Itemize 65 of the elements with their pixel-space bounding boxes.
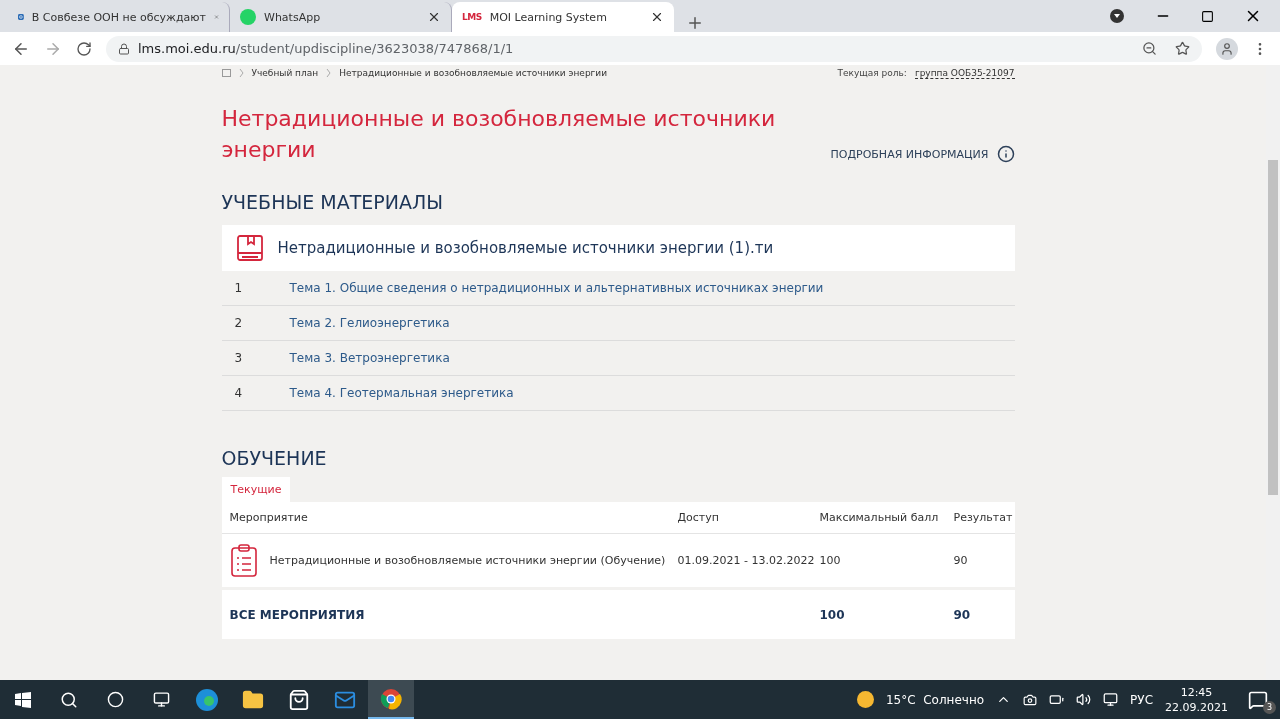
weather-text[interactable]: 15°C Солнечно <box>885 692 985 707</box>
table-cell-text: 90 <box>953 607 972 622</box>
role-selector[interactable]: группа ООБ35-21097 <box>914 67 1015 79</box>
star-icon[interactable] <box>1175 41 1190 56</box>
language-indicator[interactable]: РУС <box>1130 692 1153 707</box>
course-title[interactable]: Нетрадиционные и возобновляемые источники энергии (1).ти <box>277 239 774 257</box>
row-number: 4 <box>233 386 244 400</box>
activity-link[interactable]: Нетрадиционные и возобновляемые источники энергии (Обучение) <box>269 554 666 567</box>
section-heading: ОБУЧЕНИЕ <box>221 447 328 469</box>
table-cell-text: 90 <box>953 554 969 567</box>
details-link[interactable]: ПОДРОБНАЯ ИНФОРМАЦИЯ <box>830 145 1015 163</box>
reload-icon[interactable] <box>76 40 92 57</box>
info-icon[interactable] <box>996 145 1015 163</box>
row-number: 1 <box>233 281 244 295</box>
topic-link[interactable]: Тема 3. Ветроэнергетика <box>289 351 450 365</box>
row-number: 3 <box>233 351 244 365</box>
page-title: Нетрадиционные и возобновляемые источники энергии <box>221 105 777 164</box>
column-header: Результат <box>953 511 1014 524</box>
chevron-right-icon <box>238 69 244 77</box>
clipboard-icon <box>229 543 258 578</box>
profile-menu-icon[interactable] <box>1109 8 1125 24</box>
column-header: Максимальный балл <box>819 511 940 524</box>
browser-tab[interactable]: LMS MOI Learning System <box>452 2 674 32</box>
circle-icon[interactable] <box>106 691 124 708</box>
sun-icon[interactable] <box>856 691 874 708</box>
lock-icon <box>118 42 130 55</box>
table-cell-text: 01.09.2021 - 13.02.2022 <box>677 554 816 567</box>
chrome-icon[interactable] <box>368 680 414 719</box>
topic-link[interactable]: Тема 2. Гелиоэнергетика <box>289 316 450 330</box>
section-heading: УЧЕБНЫЕ МАТЕРИАЛЫ <box>221 191 444 213</box>
clock[interactable]: 12:45 22.09.2021 <box>1165 684 1228 715</box>
close-icon[interactable] <box>427 10 441 24</box>
folder-icon[interactable] <box>242 688 264 711</box>
column-header: Мероприятие <box>229 511 309 524</box>
row-number: 2 <box>233 316 244 330</box>
role-label: Текущая роль: <box>837 68 907 78</box>
camera-icon[interactable] <box>1023 692 1038 707</box>
table-cell-text: 100 <box>819 607 846 622</box>
column-header: Доступ <box>677 511 720 524</box>
search-icon[interactable] <box>60 690 78 709</box>
store-icon[interactable] <box>288 688 310 711</box>
zoom-out-icon[interactable] <box>1142 41 1157 56</box>
close-icon[interactable] <box>650 10 664 24</box>
battery-icon[interactable] <box>1049 692 1065 707</box>
breadcrumb-link[interactable]: Учебный план <box>251 68 319 78</box>
course-card[interactable]: Нетрадиционные и возобновляемые источники энергии (1).ти <box>221 225 1015 271</box>
notifications-icon[interactable] <box>1248 689 1268 710</box>
profile-avatar[interactable] <box>1216 37 1238 60</box>
table-cell-text: 100 <box>819 554 842 567</box>
chevron-right-icon <box>326 69 332 77</box>
filter-tab[interactable]: Текущие <box>221 477 291 502</box>
book-icon <box>235 234 264 262</box>
task-view-icon[interactable] <box>152 691 170 708</box>
topic-link[interactable]: Тема 1. Общие сведения о нетрадиционных и альтернативных источниках энергии <box>289 281 824 295</box>
topic-link[interactable]: Тема 4. Геотермальная энергетика <box>289 386 514 400</box>
address-bar[interactable]: lms.moi.edu.ru/student/updiscipline/3623038/747868/1/1 <box>106 35 1202 62</box>
notification-count: 3 <box>1263 700 1276 714</box>
total-label: ВСЕ МЕРОПРИЯТИЯ <box>229 607 366 622</box>
speaker-icon[interactable] <box>1076 692 1092 707</box>
maximize-icon[interactable] <box>1201 9 1214 23</box>
breadcrumb-link[interactable]: Нетрадиционные и возобновляемые источники энергии <box>339 68 608 78</box>
network-icon[interactable] <box>1103 692 1119 707</box>
url-text: lms.moi.edu.ru/student/updiscipline/3623038/747868/1/1 <box>138 41 514 56</box>
site-logo: LMS <box>462 12 482 22</box>
new-tab-icon[interactable] <box>686 14 704 32</box>
